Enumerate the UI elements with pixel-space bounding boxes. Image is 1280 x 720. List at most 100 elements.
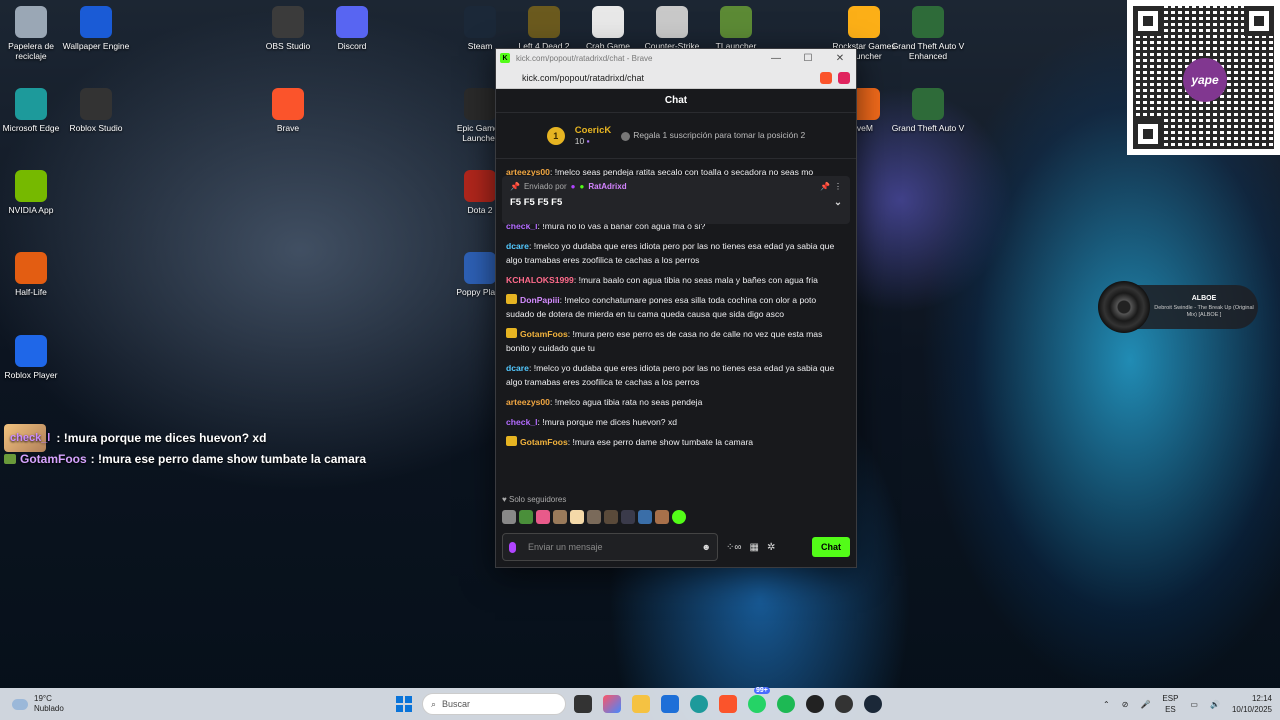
taskbar-search-label: Buscar	[442, 699, 471, 709]
steam-taskbar-icon[interactable]	[864, 695, 882, 713]
more-options-icon[interactable]: ⋮	[834, 182, 842, 191]
emote[interactable]	[672, 510, 686, 524]
chat-username[interactable]: dcare	[506, 363, 529, 373]
url-text[interactable]: kick.com/popout/ratadrixd/chat	[522, 73, 644, 83]
windows-start-button[interactable]	[396, 696, 412, 712]
pinned-message[interactable]: 📌 Enviado por ● ● RatAdrixd 📌 ⋮ F5 F5 F5…	[502, 176, 850, 224]
desktop-icon-label: Roblox Studio	[69, 123, 123, 133]
minimize-button[interactable]: —	[760, 53, 792, 64]
display-icon[interactable]: ▭	[1190, 700, 1198, 709]
crown-badge-icon	[506, 436, 517, 446]
crab-game-icon	[592, 6, 624, 38]
chat-message-input[interactable]: Enviar un mensaje ☻	[502, 533, 718, 561]
chat-username[interactable]: dcare	[506, 241, 529, 251]
kicks-icon[interactable]: ⁘∞	[726, 542, 742, 553]
chat-text: !mura baalo con agua tibia no seas mala …	[576, 275, 818, 285]
emote[interactable]	[655, 510, 669, 524]
desktop-icon[interactable]: Half-Life	[0, 252, 69, 297]
emote[interactable]	[502, 510, 516, 524]
obs-taskbar-icon[interactable]	[835, 695, 853, 713]
emote[interactable]	[553, 510, 567, 524]
leader-name[interactable]: CoericK	[575, 125, 611, 136]
settings-gear-icon[interactable]: ✲	[767, 542, 775, 553]
window-titlebar[interactable]: K kick.com/popout/ratadrixd/chat - Brave…	[496, 49, 856, 67]
weather-widget[interactable]: 19°C Nublado	[12, 694, 64, 714]
desktop-icon[interactable]: Brave	[250, 88, 326, 133]
desktop-icon[interactable]: Roblox Player	[0, 335, 69, 380]
desktop-icon[interactable]: Grand Theft Auto V Enhanced	[890, 6, 966, 61]
chat-message[interactable]: GotamFoos: !mura pero ese perro es de ca…	[506, 327, 846, 355]
chat-username[interactable]: GotamFoos	[520, 437, 568, 447]
brave-shield-icon[interactable]	[820, 71, 832, 84]
desktop-icon[interactable]: Grand Theft Auto V	[890, 88, 966, 133]
chevron-up-icon[interactable]: ⌃	[1103, 700, 1110, 709]
clock-time: 12:14	[1251, 694, 1272, 703]
emote[interactable]	[587, 510, 601, 524]
roblox-studio-icon	[80, 88, 112, 120]
store-app-icon[interactable]	[661, 695, 679, 713]
brave-taskbar-icon[interactable]	[719, 695, 737, 713]
emote[interactable]	[536, 510, 550, 524]
volume-icon[interactable]: 🔊	[1210, 700, 1220, 709]
desktop-icon[interactable]: Wallpaper Engine	[58, 6, 134, 51]
chat-message[interactable]: dcare: !melco yo dudaba que eres idiota …	[506, 239, 846, 267]
chat-message[interactable]: arteezys00: !melco agua tibia rata no se…	[506, 395, 846, 409]
chat-message[interactable]: dcare: !melco yo dudaba que eres idiota …	[506, 361, 846, 389]
close-button[interactable]: ✕	[824, 53, 856, 64]
file-explorer-icon[interactable]	[632, 695, 650, 713]
chat-message[interactable]: DonPapiii: !melco conchatumare pones esa…	[506, 293, 846, 321]
taskbar-search[interactable]: ⌕ Buscar	[422, 693, 566, 715]
edge-taskbar-icon[interactable]	[690, 695, 708, 713]
desktop-icon[interactable]: Roblox Studio	[58, 88, 134, 133]
store-icon[interactable]: ▦	[750, 542, 759, 553]
language-indicator[interactable]: ESP ES	[1162, 693, 1178, 715]
dota-icon	[464, 170, 496, 202]
chevron-down-icon[interactable]: ⌄	[834, 197, 842, 208]
network-off-icon[interactable]: ⊘	[1122, 700, 1129, 709]
chat-text: !mura ese perro dame show tumbate la cam…	[570, 437, 754, 447]
clock[interactable]: 12:14 10/10/2025	[1232, 693, 1272, 715]
chat-message[interactable]: KCHALOKS1999: !mura baalo con agua tibia…	[506, 273, 846, 287]
brave-rewards-icon[interactable]	[838, 71, 850, 84]
microphone-tray-icon[interactable]: 🎤	[1140, 700, 1150, 709]
cloud-icon	[12, 698, 28, 710]
maximize-button[interactable]: ☐	[792, 53, 824, 64]
now-playing-artist: ALBOE	[1191, 295, 1217, 302]
start-tile	[396, 696, 403, 703]
desktop-icon[interactable]: Discord	[314, 6, 390, 51]
app-icon[interactable]	[806, 695, 824, 713]
brave-popout-window: K kick.com/popout/ratadrixd/chat - Brave…	[495, 48, 857, 568]
pinned-user[interactable]: RatAdrixd	[588, 182, 626, 191]
emoji-picker-icon[interactable]: ☻	[702, 542, 711, 552]
emote[interactable]	[604, 510, 618, 524]
unpin-icon[interactable]: 📌	[820, 182, 830, 191]
emote[interactable]	[621, 510, 635, 524]
emote[interactable]	[519, 510, 533, 524]
overlay-chat-line: check_l : !mura porque me dices huevon? …	[4, 424, 266, 452]
chat-username[interactable]: DonPapiii	[520, 295, 560, 305]
now-playing-widget: ALBOE Debroit Swindle - The Break Up (Or…	[1098, 281, 1258, 333]
taskbar: 19°C Nublado ⌕ Buscar 99+ ⌃ ⊘ 🎤 ESP ES ▭…	[0, 687, 1280, 720]
desktop-icon[interactable]: NVIDIA App	[0, 170, 69, 215]
chat-username[interactable]: check_l	[506, 417, 538, 427]
overlay-text: : !mura ese perro dame show tumbate la c…	[90, 452, 367, 466]
copilot-icon[interactable]	[603, 695, 621, 713]
gift-sub-prompt[interactable]: Regala 1 suscripción para tomar la posic…	[621, 130, 805, 141]
chat-username[interactable]: KCHALOKS1999	[506, 275, 574, 285]
chat-message[interactable]: GotamFoos: !mura ese perro dame show tum…	[506, 435, 846, 449]
microphone-icon[interactable]	[509, 541, 516, 553]
emote[interactable]	[570, 510, 584, 524]
chat-username[interactable]: arteezys00	[506, 397, 550, 407]
discord-icon	[336, 6, 368, 38]
address-bar[interactable]: kick.com/popout/ratadrixd/chat	[496, 67, 856, 89]
desktop-icon[interactable]: TLauncher	[698, 6, 774, 51]
whatsapp-icon[interactable]: 99+	[748, 687, 770, 713]
weather-temp: 19°C	[34, 694, 52, 703]
chat-message[interactable]: check_l: !mura porque me dices huevon? x…	[506, 415, 846, 429]
chat-username[interactable]: GotamFoos	[520, 329, 568, 339]
task-view-icon[interactable]	[574, 695, 592, 713]
spotify-icon[interactable]	[777, 695, 795, 713]
roblox-player-icon	[15, 335, 47, 367]
emote[interactable]	[638, 510, 652, 524]
send-chat-button[interactable]: Chat	[812, 537, 850, 557]
